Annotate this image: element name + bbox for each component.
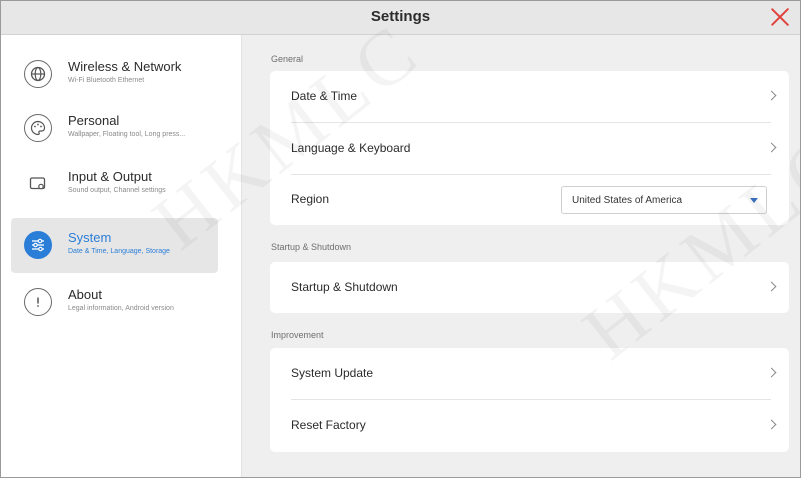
sidebar-item-subtitle: Legal information, Android version xyxy=(68,305,174,312)
row-label: Startup & Shutdown xyxy=(291,280,398,294)
row-label: Region xyxy=(291,192,330,206)
chevron-right-icon xyxy=(766,367,777,378)
sidebar-item-label: Personal xyxy=(68,113,120,128)
sidebar-item-about[interactable]: About Legal information, Android version xyxy=(11,275,218,330)
sidebar-item-label: Input & Output xyxy=(68,169,152,184)
settings-window: Settings Wireless & Network Wi-Fi Blueto… xyxy=(0,0,801,478)
sidebar-item-label: Wireless & Network xyxy=(68,59,182,74)
row-label: Reset Factory xyxy=(291,418,366,432)
system-update-row[interactable]: System Update xyxy=(270,348,789,399)
palette-icon xyxy=(24,114,52,142)
close-icon[interactable] xyxy=(770,7,790,27)
chevron-right-icon xyxy=(766,90,777,101)
region-select-value: United States of America xyxy=(572,195,683,206)
general-card: Date & Time Language & Keyboard Region U… xyxy=(270,71,789,225)
sidebar-item-label: About xyxy=(68,287,102,302)
sidebar: Wireless & Network Wi-Fi Bluetooth Ether… xyxy=(1,35,242,477)
sidebar-item-subtitle: Wallpaper, Floating tool, Long press... xyxy=(68,131,186,138)
chevron-right-icon xyxy=(766,142,777,153)
caret-down-icon xyxy=(750,198,758,203)
sidebar-item-subtitle: Sound output, Channel settings xyxy=(68,187,166,194)
monitor-input-icon xyxy=(24,170,52,198)
sidebar-item-system[interactable]: System Date & Time, Language, Storage xyxy=(11,218,218,273)
row-label: Date & Time xyxy=(291,89,358,103)
sidebar-item-wireless-network[interactable]: Wireless & Network Wi-Fi Bluetooth Ether… xyxy=(11,47,218,102)
section-label-improvement: Improvement xyxy=(271,330,324,340)
region-select[interactable]: United States of America xyxy=(561,186,767,214)
section-label-startup: Startup & Shutdown xyxy=(271,242,352,252)
info-icon xyxy=(24,288,52,316)
language-keyboard-row[interactable]: Language & Keyboard xyxy=(270,123,789,174)
sliders-icon xyxy=(24,231,52,259)
chevron-right-icon xyxy=(766,419,777,430)
sidebar-item-subtitle: Date & Time, Language, Storage xyxy=(68,248,170,255)
sidebar-item-personal[interactable]: Personal Wallpaper, Floating tool, Long … xyxy=(11,101,218,156)
startup-card: Startup & Shutdown xyxy=(270,262,789,313)
section-label-general: General xyxy=(271,54,304,64)
row-label: Language & Keyboard xyxy=(291,141,411,155)
startup-shutdown-row[interactable]: Startup & Shutdown xyxy=(270,262,789,313)
row-label: System Update xyxy=(291,366,374,380)
sidebar-item-input-output[interactable]: Input & Output Sound output, Channel set… xyxy=(11,157,218,212)
improvement-card: System Update Reset Factory xyxy=(270,348,789,452)
reset-factory-row[interactable]: Reset Factory xyxy=(270,400,789,451)
window-title: Settings xyxy=(370,8,431,25)
globe-icon xyxy=(24,60,52,88)
chevron-right-icon xyxy=(766,281,777,292)
date-time-row[interactable]: Date & Time xyxy=(270,71,789,122)
main-panel: General Date & Time Language & Keyboard … xyxy=(242,35,800,477)
region-row: Region United States of America xyxy=(270,174,789,225)
title-bar: Settings xyxy=(1,1,800,35)
sidebar-item-label: System xyxy=(68,230,112,245)
sidebar-item-subtitle: Wi-Fi Bluetooth Ethernet xyxy=(68,77,145,84)
